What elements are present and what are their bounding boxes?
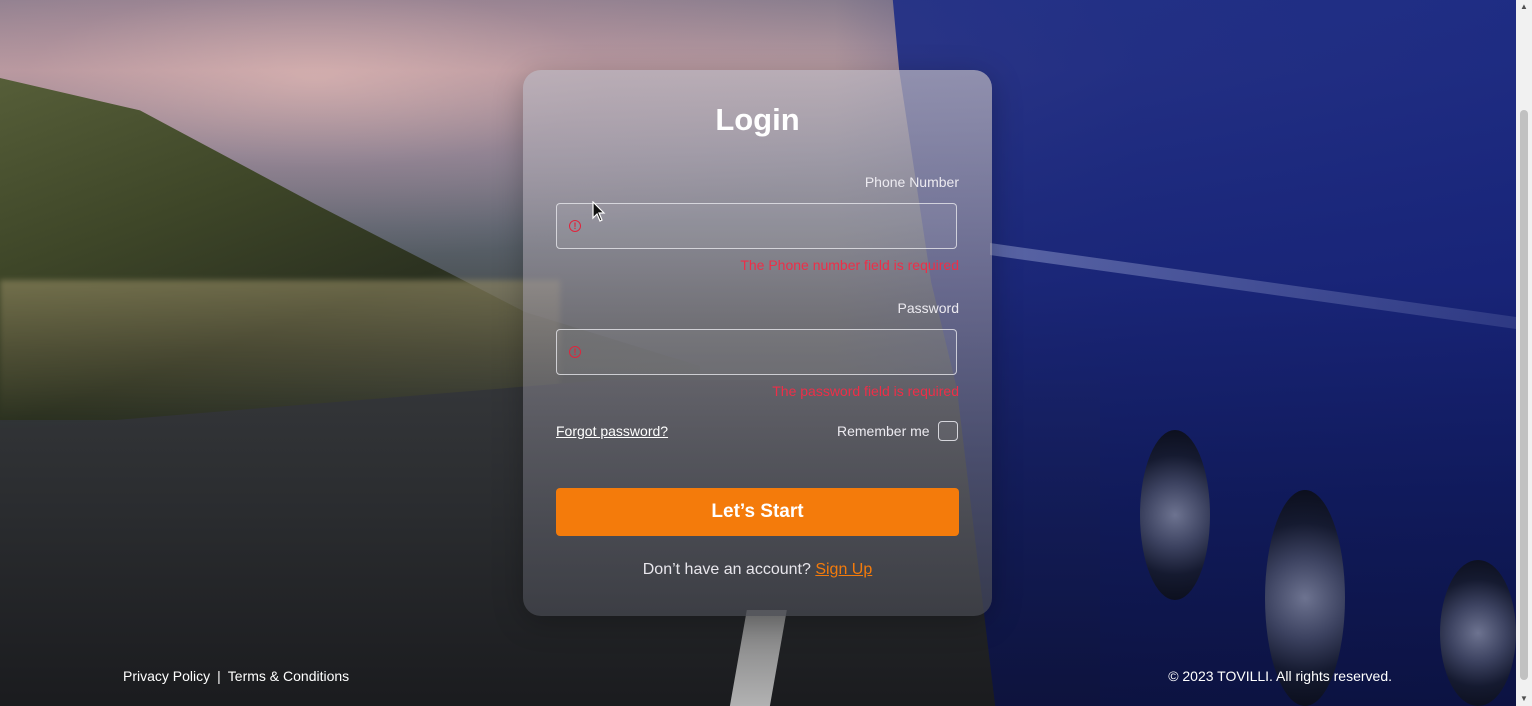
copyright: © 2023 TOVILLI. All rights reserved. [1168, 668, 1392, 684]
truck-wheel [1140, 430, 1210, 600]
scroll-thumb[interactable] [1520, 110, 1528, 680]
password-error: The password field is required [772, 383, 959, 399]
password-input[interactable] [599, 330, 953, 376]
alert-circle-icon: ! [569, 220, 581, 232]
phone-field[interactable]: ! [556, 203, 957, 250]
signup-prompt: Don’t have an account? [642, 561, 811, 578]
terms-link[interactable]: Terms & Conditions [228, 668, 349, 684]
alert-circle-icon: ! [569, 346, 581, 358]
truck-wheel [1440, 560, 1516, 706]
login-card: Login Phone Number ! The Phone number fi… [523, 70, 992, 616]
page-scrollbar[interactable]: ▲ ▼ [1516, 0, 1532, 706]
privacy-policy-link[interactable]: Privacy Policy [123, 668, 210, 684]
password-field[interactable]: ! [556, 329, 957, 376]
scroll-up-icon[interactable]: ▲ [1516, 0, 1532, 14]
phone-input[interactable] [599, 204, 953, 250]
lets-start-button[interactable]: Let’s Start [556, 488, 959, 536]
remember-me-label: Remember me [837, 423, 930, 439]
remember-me-checkbox[interactable] [938, 421, 958, 441]
page-title: Login [715, 102, 800, 137]
footer-links: Privacy Policy | Terms & Conditions [123, 668, 349, 684]
sign-up-link[interactable]: Sign Up [815, 561, 872, 578]
footer-separator: | [217, 668, 221, 684]
phone-label: Phone Number [864, 174, 959, 190]
phone-error: The Phone number field is required [740, 257, 959, 273]
scroll-down-icon[interactable]: ▼ [1516, 692, 1532, 706]
password-label: Password [897, 300, 959, 316]
signup-row: Don’t have an account? Sign Up [523, 561, 992, 579]
forgot-password-link[interactable]: Forgot password? [556, 423, 668, 439]
